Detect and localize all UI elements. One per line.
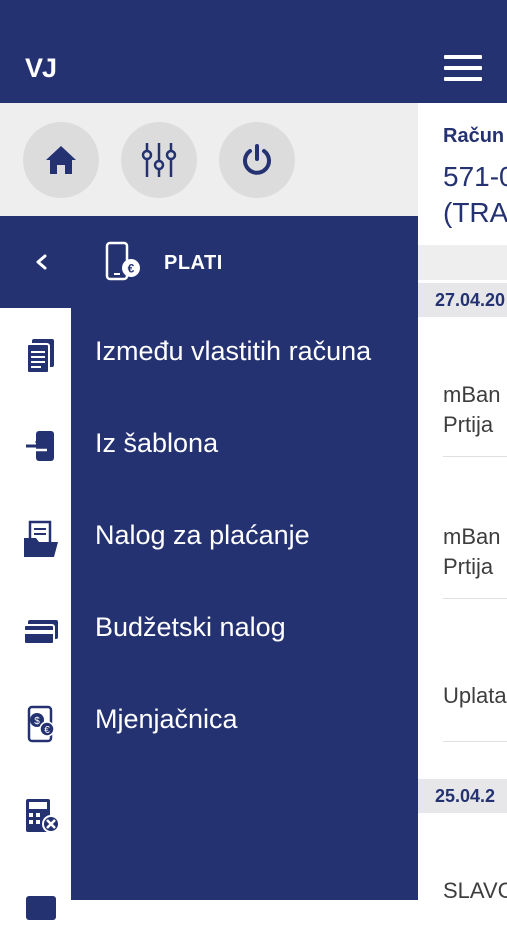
phone-euro-icon: € [105, 241, 140, 281]
transaction-subtitle: Prtija [443, 412, 494, 437]
menu-item-label: Budžetski nalog [95, 612, 286, 642]
transaction-title[interactable]: Uplata [443, 683, 507, 709]
home-button[interactable] [23, 122, 99, 198]
menu-item-budget-order[interactable]: Budžetski nalog [71, 584, 418, 676]
settings-button[interactable] [121, 122, 197, 198]
drawer-header: € PLATI [0, 216, 418, 308]
menu-item-own-accounts[interactable]: Između vlastitih računa [71, 308, 418, 400]
menu-icon-column: $ € [0, 308, 71, 920]
app-header: VJ [0, 0, 507, 103]
drawer-title: PLATI [164, 252, 223, 274]
transaction-title[interactable]: SLAVC [443, 878, 507, 900]
menu-item-exchange-office[interactable]: Mjenjačnica [71, 676, 418, 768]
quick-actions [0, 103, 418, 216]
menu-item-label: Između vlastitih računa [95, 336, 372, 366]
menu-item-payment-order[interactable]: Nalog za plaćanje [71, 492, 418, 584]
divider [443, 598, 507, 599]
power-icon [243, 144, 271, 175]
account-number: 571-0 [443, 161, 507, 192]
svg-text:€: € [44, 725, 50, 736]
document-icon [26, 339, 54, 374]
chevron-left-icon[interactable] [30, 247, 52, 277]
divider [418, 245, 507, 280]
card-icon [23, 620, 58, 645]
logout-button[interactable] [219, 122, 295, 198]
wallet-icon [26, 896, 56, 920]
account-label: Račun [443, 125, 505, 147]
divider [443, 456, 507, 457]
home-icon [46, 146, 76, 174]
date-header: 27.04.20 [418, 283, 507, 317]
sliders-icon [141, 143, 177, 177]
date-header: 25.04.2 [418, 779, 507, 813]
menu-item-label: Nalog za plaćanje [95, 520, 310, 550]
svg-text:$: $ [34, 716, 40, 727]
user-initials[interactable]: VJ [25, 53, 57, 84]
svg-text:€: € [128, 262, 135, 276]
transaction-title[interactable]: mBan [443, 382, 500, 408]
currency-exchange-icon: $ € [27, 705, 55, 743]
menu-item-from-template[interactable]: Iz šablona [71, 400, 418, 492]
phone-transfer-icon [26, 431, 54, 461]
account-type: (TRA [443, 197, 507, 228]
payment-drawer: € PLATI $ € Između vlastitih računa Iz š… [0, 216, 418, 920]
transaction-subtitle: Prtija [443, 554, 494, 579]
account-card[interactable]: Račun 571-0 (TRA [418, 103, 507, 245]
transaction-title[interactable]: mBan [443, 524, 500, 550]
divider [443, 741, 507, 742]
account-overview: Račun 571-0 (TRA 27.04.20 mBan Prtija mB… [418, 103, 507, 900]
menu-item-label: Iz šablona [95, 428, 219, 458]
hamburger-icon[interactable] [444, 55, 482, 81]
calculator-icon [26, 799, 60, 833]
menu-item-label: Mjenjačnica [95, 704, 238, 734]
folder-document-icon [24, 520, 58, 557]
